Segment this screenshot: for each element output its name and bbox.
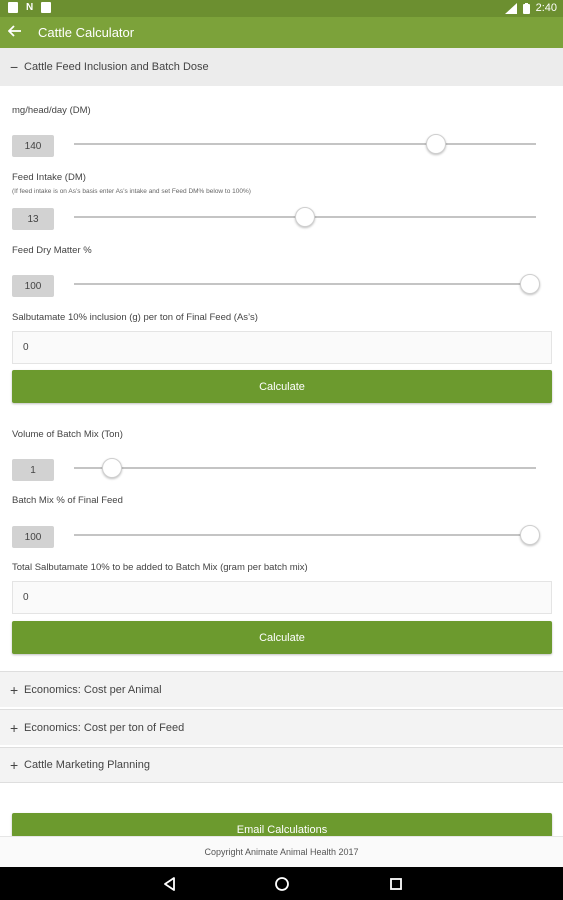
signal-icon [504,2,517,14]
collapse-icon: − [10,59,19,75]
slider-thumb[interactable] [425,134,446,154]
batch-percent-value[interactable]: 100 [12,526,54,548]
download-notification-icon [41,2,52,13]
app-title: Cattle Calculator [38,25,135,40]
section-title: Cattle Feed Inclusion and Batch Dose [24,61,209,73]
batch-percent-label: Batch Mix % of Final Feed [12,495,123,506]
section-header-feed-inclusion[interactable]: − Cattle Feed Inclusion and Batch Dose [0,48,563,86]
back-arrow-icon[interactable] [7,24,22,41]
navigation-bar [0,867,563,900]
feed-intake-slider[interactable] [74,207,536,227]
expand-icon: + [10,757,19,773]
status-time: 2:40 [535,2,557,14]
expand-icon: + [10,719,19,736]
slider-thumb[interactable] [101,458,122,478]
sd-card-icon [8,2,18,13]
mg-head-day-slider[interactable] [74,134,536,154]
mg-head-day-label: mg/head/day (DM) [12,105,91,116]
app-bar: Cattle Calculator [0,17,563,48]
batch-percent-slider[interactable] [74,525,540,545]
section-title: Economics: Cost per ton of Feed [24,721,185,734]
section-title: Economics: Cost per Animal [24,683,162,696]
batch-volume-label: Volume of Batch Mix (Ton) [12,429,123,440]
copyright-footer: Copyright Animate Animal Health 2017 [0,836,563,867]
nav-recent-apps-icon[interactable] [387,875,405,893]
inclusion-result-label: Salbutamate 10% inclusion (g) per ton of… [12,312,258,323]
feed-intake-label: Feed Intake (DM) [12,172,86,183]
n-notification-icon: N [26,2,34,13]
batch-volume-value[interactable]: 1 [12,459,54,481]
batch-total-field[interactable]: 0 [12,581,552,614]
nav-home-icon[interactable] [273,875,291,893]
feed-dry-matter-value[interactable]: 100 [12,275,54,297]
slider-track [74,143,536,145]
batch-volume-slider[interactable] [74,458,536,478]
slider-thumb[interactable] [520,274,540,294]
feed-intake-note: (If feed intake is on As’s basis enter A… [12,188,251,195]
slider-track [74,283,536,285]
calculate-batch-button[interactable]: Calculate [12,621,552,654]
mg-head-day-value[interactable]: 140 [12,135,54,157]
section-header-cost-per-ton[interactable]: + Economics: Cost per ton of Feed [0,709,563,745]
batch-total-label: Total Salbutamate 10% to be added to Bat… [12,562,308,573]
status-bar: N 2:40 [0,0,563,17]
email-calculations-button[interactable]: Email Calculations [12,813,552,837]
battery-icon [522,2,530,14]
nav-back-icon[interactable] [161,875,179,893]
slider-track [74,467,536,469]
section-title: Cattle Marketing Planning [24,759,150,771]
section-header-cost-per-animal[interactable]: + Economics: Cost per Animal [0,671,563,707]
feed-dry-matter-slider[interactable] [74,274,540,294]
feed-intake-value[interactable]: 13 [12,208,54,230]
slider-thumb[interactable] [520,525,540,545]
calculate-inclusion-button[interactable]: Calculate [12,370,552,403]
slider-thumb[interactable] [295,207,315,227]
inclusion-result-field[interactable]: 0 [12,331,552,364]
feed-dry-matter-label: Feed Dry Matter % [12,245,92,256]
slider-track [74,534,536,536]
section-header-marketing-planning[interactable]: + Cattle Marketing Planning [0,747,563,783]
expand-icon: + [10,681,19,698]
